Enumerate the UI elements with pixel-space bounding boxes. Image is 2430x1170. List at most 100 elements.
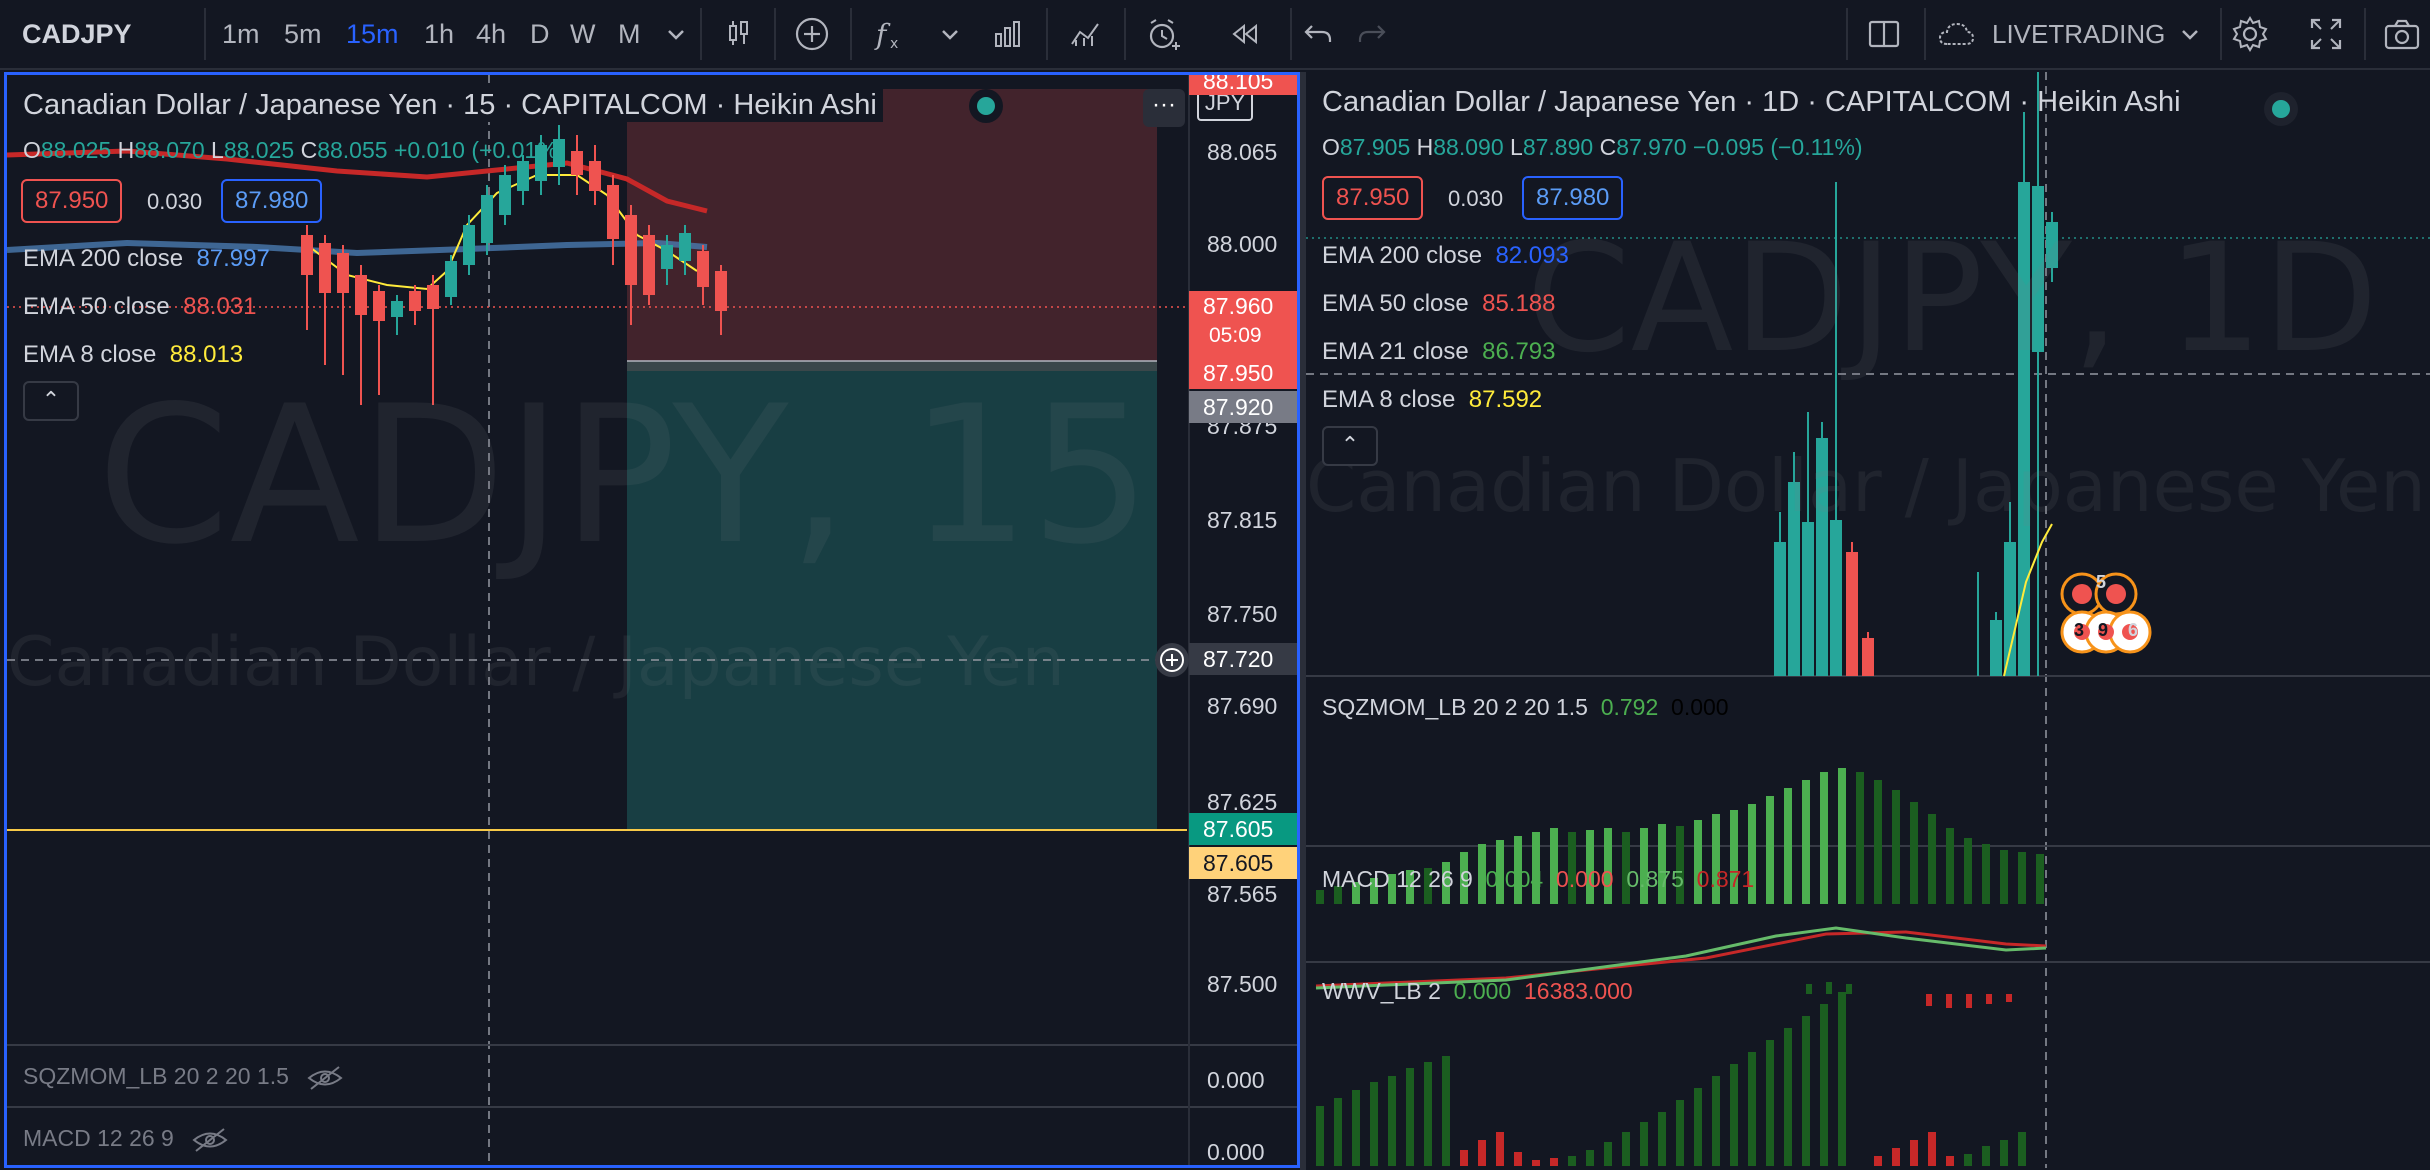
gear-icon[interactable]: [2230, 14, 2270, 54]
macd-legend-hidden[interactable]: MACD 12 26 9: [23, 1125, 230, 1153]
replay-icon[interactable]: [1224, 14, 1264, 54]
camera-icon[interactable]: [2382, 14, 2422, 54]
subpane-axis-value: 0.000: [1207, 1067, 1265, 1093]
subpane-axis-value: 0.000: [1207, 1139, 1265, 1165]
chevron-down-icon[interactable]: [930, 14, 970, 54]
bar-countdown: 05:09: [1209, 324, 1262, 347]
interval-d[interactable]: D: [530, 0, 550, 68]
price-axis-tick: 88.000: [1207, 231, 1278, 257]
interval-4h[interactable]: 4h: [476, 0, 506, 68]
sell-button[interactable]: 87.950: [21, 179, 123, 223]
ema-50-legend[interactable]: EMA 50 close 85.188: [1322, 290, 1556, 318]
ema-21-legend[interactable]: EMA 21 close 86.793: [1322, 338, 1556, 366]
financials-icon[interactable]: [988, 14, 1028, 54]
ema-200-legend[interactable]: EMA 200 close 87.997: [23, 245, 270, 273]
toolbar-divider: [1290, 8, 1292, 60]
price-axis-tick: 88.065: [1207, 139, 1278, 165]
fullscreen-icon[interactable]: [2306, 14, 2346, 54]
ema-8-legend[interactable]: EMA 8 close 87.592: [1322, 386, 1542, 414]
toolbar-divider: [1924, 8, 1926, 60]
more-options-button[interactable]: ···: [1143, 89, 1185, 127]
last-price-tag: 87.960 05:09: [1189, 291, 1297, 357]
ema-200-legend[interactable]: EMA 200 close 82.093: [1322, 242, 1569, 270]
price-axis-tick: 87.565: [1207, 881, 1278, 907]
description-watermark: Canadian Dollar / Japanese Yen: [1306, 444, 2426, 528]
spread-value: 0.030: [1448, 186, 1504, 211]
legend-collapse-button[interactable]: ⌃: [23, 381, 79, 421]
position-stop-zone: [627, 89, 1157, 371]
chart-legend-title[interactable]: Canadian Dollar / Japanese Yen · 15 · CA…: [23, 89, 883, 122]
event-badge-count[interactable]: 5: [2096, 572, 2106, 593]
chart-pane-15m[interactable]: CADJPY, 15 Canadian Dollar / Japanese Ye…: [4, 72, 1300, 1168]
toolbar-divider: [700, 8, 702, 60]
sell-price-tag: 87.950: [1189, 357, 1297, 389]
target-price-tag: 87.605: [1189, 813, 1297, 845]
eye-hidden-icon[interactable]: [190, 1127, 230, 1153]
level-price-tag: 87.605: [1189, 847, 1297, 879]
price-axis-tick: 87.690: [1207, 693, 1278, 719]
ema-50-legend[interactable]: EMA 50 close 88.031: [23, 293, 257, 321]
symbol-watermark: CADJPY, 15: [97, 365, 1151, 586]
toolbar-divider: [774, 8, 776, 60]
redo-icon[interactable]: [1352, 14, 1392, 54]
chevron-down-icon[interactable]: [656, 14, 696, 54]
interval-15m[interactable]: 15m: [346, 0, 399, 68]
chart-legend-title[interactable]: Canadian Dollar / Japanese Yen · 1D · CA…: [1322, 86, 2181, 119]
ema-8-legend[interactable]: EMA 8 close 88.013: [23, 341, 243, 369]
price-axis-tick: 87.625: [1207, 789, 1278, 815]
description-watermark: Canadian Dollar / Japanese Yen: [7, 623, 1065, 702]
indicators-icon[interactable]: fx: [870, 14, 910, 54]
toolbar-divider: [1846, 8, 1848, 60]
alert-clock-icon[interactable]: [1144, 14, 1184, 54]
eye-hidden-icon[interactable]: [305, 1065, 345, 1091]
price-axis-tick: 87.750: [1207, 601, 1278, 627]
svg-text:f: f: [874, 18, 891, 51]
event-badge-count[interactable]: 3: [2074, 620, 2084, 641]
macd-histogram: [1806, 982, 2012, 1008]
add-alert-plus-icon[interactable]: [1155, 643, 1189, 677]
interval-1m[interactable]: 1m: [222, 0, 260, 68]
interval-5m[interactable]: 5m: [284, 0, 322, 68]
undo-icon[interactable]: [1298, 14, 1338, 54]
cloud-icon[interactable]: [1936, 14, 1976, 54]
symbol-search-button[interactable]: CADJPY: [22, 0, 132, 68]
sell-button[interactable]: 87.950: [1322, 176, 1424, 220]
chevron-down-icon[interactable]: [2170, 14, 2210, 54]
event-badge-count[interactable]: 6: [2128, 620, 2138, 641]
toolbar-divider: [1124, 8, 1126, 60]
market-status-icon[interactable]: [969, 89, 1003, 123]
interval-m[interactable]: M: [618, 0, 641, 68]
spread-value: 0.030: [147, 189, 203, 214]
top-toolbar: CADJPY 1m 5m 15m 1h 4h D W M fx LIVETRAD…: [0, 0, 2430, 70]
wwv-histogram: [1316, 992, 2026, 1166]
symbol-watermark: CADJPY, 1D: [1526, 212, 2379, 386]
toolbar-divider: [2220, 8, 2222, 60]
wwv-legend[interactable]: WWV_LB 2 0.000 16383.000: [1322, 978, 1633, 1005]
toolbar-divider: [1046, 8, 1048, 60]
axis-top-price-tag: 88.105: [1189, 75, 1297, 95]
price-axis-tick: 87.500: [1207, 971, 1278, 997]
templates-icon[interactable]: [1066, 14, 1106, 54]
sqzmom-legend[interactable]: SQZMOM_LB 20 2 20 1.5 0.792 0.000: [1322, 694, 1729, 721]
bar-style-icon[interactable]: [718, 14, 758, 54]
price-chart-canvas[interactable]: [7, 75, 1297, 1165]
toolbar-divider: [850, 8, 852, 60]
sqzmom-legend-hidden[interactable]: SQZMOM_LB 20 2 20 1.5: [23, 1063, 345, 1091]
position-price-tag: 87.920: [1189, 391, 1297, 423]
chart-pane-1d[interactable]: 5 3 9 6 CADJPY, 1D Canadian Dollar / Jap…: [1306, 72, 2430, 1168]
ohlc-values: O87.905 H88.090 L87.890 C87.970 −0.095 (…: [1322, 134, 1863, 160]
compare-add-icon[interactable]: [792, 14, 832, 54]
svg-text:x: x: [890, 36, 898, 52]
interval-1h[interactable]: 1h: [424, 0, 454, 68]
interval-w[interactable]: W: [570, 0, 595, 68]
layout-icon[interactable]: [1864, 14, 1904, 54]
crosshair-price-tag: 87.720: [1189, 643, 1297, 675]
legend-collapse-button[interactable]: ⌃: [1322, 426, 1378, 466]
market-status-icon[interactable]: [2264, 92, 2298, 126]
buy-button[interactable]: 87.980: [1522, 176, 1624, 220]
buy-button[interactable]: 87.980: [221, 179, 323, 223]
macd-legend[interactable]: MACD 12 26 9 0.004 0.000 0.875 0.871: [1322, 866, 1754, 893]
ohlc-values: O88.025 H88.070 L88.025 C88.055 +0.010 (…: [23, 137, 566, 163]
layout-name-button[interactable]: LIVETRADING: [1992, 0, 2165, 68]
event-badge-count[interactable]: 9: [2098, 620, 2108, 641]
